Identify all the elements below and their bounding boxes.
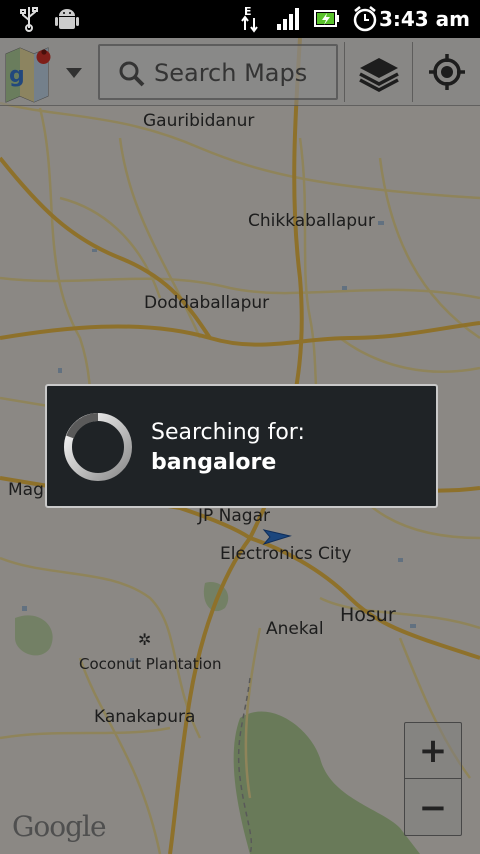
my-location-button[interactable] (414, 38, 480, 106)
search-placeholder: Search Maps (154, 59, 308, 87)
alarm-icon (352, 5, 378, 37)
layers-button[interactable] (346, 38, 412, 106)
my-location-icon (429, 54, 465, 90)
dialog-query: bangalore (151, 450, 277, 475)
poi-marker-icon: ✲ (138, 630, 151, 649)
maps-menu-button[interactable]: g (0, 38, 92, 106)
status-time: 3:43 am (378, 7, 470, 31)
toolbar-divider (344, 42, 345, 102)
network-e-icon: E (240, 4, 262, 38)
svg-text:g: g (9, 63, 25, 88)
toolbar-divider (412, 42, 413, 102)
map-label: Doddaballapur (144, 293, 270, 313)
maps-toolbar: g Search Maps (0, 38, 480, 106)
map-label: Hosur (340, 604, 396, 626)
park-area (233, 711, 420, 854)
map-label: Chikkaballapur (248, 211, 375, 231)
map-label: Kanakapura (94, 707, 196, 727)
map-label: Anekal (266, 619, 324, 639)
google-attribution: Google (12, 810, 107, 843)
google-maps-logo-icon: g (5, 47, 82, 103)
zoom-out-button[interactable]: − (405, 780, 461, 836)
zoom-controls: + − (404, 722, 462, 836)
status-bar: E 3:43 am (0, 0, 480, 38)
park-area (15, 615, 53, 656)
search-input[interactable]: Search Maps (98, 44, 338, 100)
signal-icon (276, 6, 302, 36)
android-debug-icon (54, 6, 80, 36)
my-location-arrow-icon (262, 529, 292, 545)
usb-icon (18, 6, 40, 36)
map-label: JP Nagar (198, 506, 271, 526)
dialog-message: Searching for: (151, 420, 305, 445)
map-label: Gauribidanur (143, 111, 255, 131)
zoom-in-button[interactable]: + (405, 723, 461, 779)
search-progress-dialog: Searching for: bangalore (45, 384, 438, 508)
loading-spinner-icon (64, 413, 132, 481)
layers-icon (359, 58, 399, 92)
map-label: Electronics City (220, 544, 352, 564)
search-icon (118, 60, 146, 92)
map-label: Coconut Plantation (79, 655, 222, 673)
battery-charging-icon (314, 9, 340, 33)
